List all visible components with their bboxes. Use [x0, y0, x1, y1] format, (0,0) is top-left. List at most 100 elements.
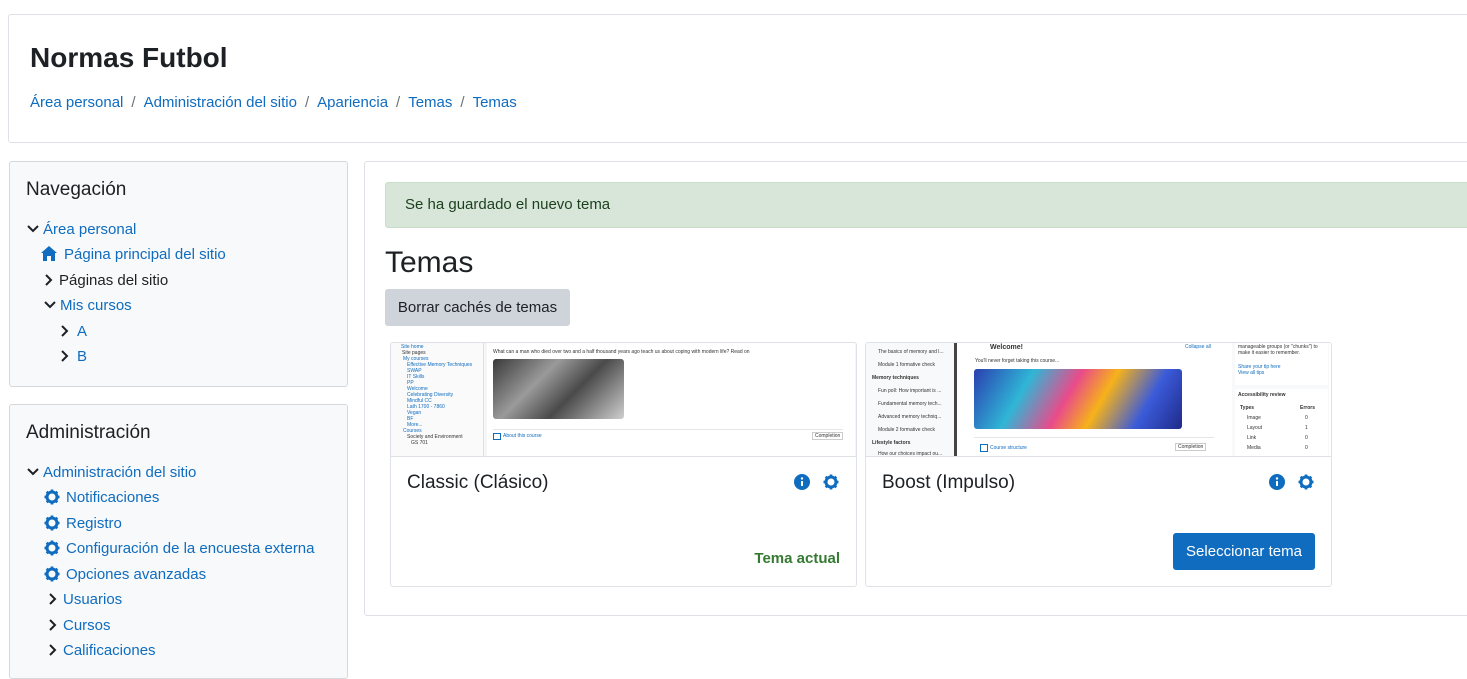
- admin-item-registro[interactable]: Registro: [44, 513, 122, 533]
- admin-item-admin-sitio[interactable]: Administración del sitio: [26, 462, 196, 482]
- nav-item-mis-cursos[interactable]: Mis cursos: [43, 295, 132, 315]
- breadcrumb-area-personal[interactable]: Área personal: [30, 94, 123, 111]
- preview-abstract-image: [974, 369, 1182, 429]
- gear-icon[interactable]: [1298, 474, 1314, 490]
- chevron-right-icon: [42, 273, 56, 287]
- breadcrumb-separator: /: [131, 94, 136, 111]
- chevron-right-icon: [46, 643, 60, 657]
- admin-label[interactable]: Registro: [66, 515, 122, 532]
- preview-text: How our choices impact ou...: [878, 451, 943, 457]
- nav-item-course-b[interactable]: B: [58, 346, 87, 366]
- administration-block-title: Administración: [26, 422, 151, 443]
- admin-label[interactable]: Opciones avanzadas: [66, 566, 206, 583]
- preview-text: GS 701: [411, 440, 428, 446]
- preview-content: What can a man who died over two and a h…: [487, 343, 855, 456]
- preview-sidebar: Site home Site pages My courses Effectiv…: [391, 343, 484, 456]
- nav-label[interactable]: Área personal: [43, 221, 136, 238]
- preview-select: Completion: [812, 432, 844, 440]
- breadcrumb: Área personal / Administración del sitio…: [30, 94, 517, 111]
- chevron-down-icon: [26, 222, 40, 236]
- breadcrumb-temas-current[interactable]: Temas: [473, 94, 517, 111]
- nav-label[interactable]: A: [77, 323, 87, 340]
- admin-label[interactable]: Cursos: [63, 617, 111, 634]
- chevron-right-icon: [46, 618, 60, 632]
- page-icon: [980, 444, 988, 452]
- preview-text: Link: [1247, 435, 1257, 441]
- nav-item-paginas-sitio[interactable]: Páginas del sitio: [42, 270, 168, 290]
- chevron-down-icon: [43, 298, 57, 312]
- gear-icon: [44, 489, 60, 505]
- preview-tip-card: manageable groups (or "chunks") to make …: [1235, 343, 1328, 385]
- admin-item-encuesta[interactable]: Configuración de la encuesta externa: [44, 538, 315, 558]
- admin-label[interactable]: Configuración de la encuesta externa: [66, 540, 315, 557]
- preview-course-index: The basics of memory and l... Module 1 f…: [866, 343, 957, 456]
- nav-item-course-a[interactable]: A: [58, 321, 87, 341]
- preview-divider: [493, 429, 843, 430]
- chevron-right-icon: [58, 349, 72, 363]
- preview-main: Welcome! Collapse all You'll never forge…: [960, 343, 1230, 456]
- purge-theme-caches-button[interactable]: Borrar cachés de temas: [385, 289, 570, 326]
- preview-text: Errors: [1300, 405, 1316, 411]
- admin-item-opciones-avanzadas[interactable]: Opciones avanzadas: [44, 564, 206, 584]
- preview-text: 0: [1305, 415, 1308, 421]
- gear-icon: [44, 515, 60, 531]
- nav-label[interactable]: Página principal del sitio: [64, 246, 226, 263]
- breadcrumb-temas[interactable]: Temas: [408, 94, 452, 111]
- preview-divider: [974, 437, 1214, 438]
- breadcrumb-apariencia[interactable]: Apariencia: [317, 94, 388, 111]
- preview-right-drawer: manageable groups (or "chunks") to make …: [1232, 343, 1329, 456]
- preview-text: What can a man who died over two and a h…: [493, 349, 750, 355]
- breadcrumb-admin-sitio[interactable]: Administración del sitio: [144, 94, 297, 111]
- admin-item-notificaciones[interactable]: Notificaciones: [44, 487, 159, 507]
- nav-item-pagina-principal[interactable]: Página principal del sitio: [40, 244, 226, 264]
- admin-item-cursos[interactable]: Cursos: [46, 615, 111, 635]
- select-theme-button[interactable]: Seleccionar tema: [1173, 533, 1315, 570]
- breadcrumb-separator: /: [460, 94, 465, 111]
- admin-label[interactable]: Usuarios: [63, 591, 122, 608]
- preview-statue-image: [493, 359, 624, 419]
- preview-text: 0: [1305, 445, 1308, 451]
- chevron-right-icon: [46, 592, 60, 606]
- info-icon[interactable]: [794, 474, 810, 490]
- preview-text: Layout: [1247, 425, 1263, 431]
- gear-icon: [44, 540, 60, 556]
- admin-item-calificaciones[interactable]: Calificaciones: [46, 640, 156, 660]
- preview-text: 1: [1305, 425, 1308, 431]
- preview-text: View all tips: [1238, 370, 1265, 376]
- preview-text: Memory techniques: [872, 375, 919, 381]
- chevron-down-icon: [26, 465, 40, 479]
- preview-select: Completion: [1175, 443, 1207, 451]
- nav-label[interactable]: Mis cursos: [60, 297, 132, 314]
- admin-item-usuarios[interactable]: Usuarios: [46, 589, 122, 609]
- preview-text: Course structure: [990, 445, 1027, 451]
- navigation-block-title: Navegación: [26, 179, 127, 200]
- theme-preview-boost: The basics of memory and l... Module 1 f…: [866, 343, 1331, 457]
- success-alert: Se ha guardado el nuevo tema: [385, 182, 1467, 228]
- preview-text: Types: [1240, 405, 1255, 411]
- gear-icon: [44, 566, 60, 582]
- preview-text: Welcome!: [990, 344, 1023, 351]
- nav-label: Páginas del sitio: [59, 271, 169, 289]
- preview-text: Fundamental memory tech...: [878, 401, 942, 407]
- preview-text: The basics of memory and l...: [878, 349, 944, 355]
- home-icon: [40, 245, 58, 263]
- preview-text: 0: [1305, 435, 1308, 441]
- admin-label[interactable]: Administración del sitio: [43, 464, 196, 481]
- theme-name-classic: Classic (Clásico): [407, 472, 549, 493]
- theme-card-boost: The basics of memory and l... Module 1 f…: [865, 342, 1332, 587]
- preview-text: Module 2 formative check: [878, 427, 935, 433]
- preview-text: manageable groups (or "chunks") to make …: [1238, 344, 1318, 356]
- gear-icon[interactable]: [823, 474, 839, 490]
- nav-item-area-personal[interactable]: Área personal: [26, 219, 136, 239]
- nav-label[interactable]: B: [77, 348, 87, 365]
- admin-label[interactable]: Calificaciones: [63, 642, 156, 659]
- breadcrumb-separator: /: [396, 94, 401, 111]
- breadcrumb-separator: /: [304, 94, 310, 111]
- info-icon[interactable]: [1269, 474, 1285, 490]
- page-title: Temas: [385, 246, 474, 279]
- theme-name-boost: Boost (Impulso): [882, 472, 1016, 493]
- chevron-right-icon: [58, 324, 72, 338]
- preview-text: Lifestyle factors: [872, 440, 911, 446]
- preview-text: Accessibility review: [1238, 392, 1286, 398]
- admin-label[interactable]: Notificaciones: [66, 489, 159, 506]
